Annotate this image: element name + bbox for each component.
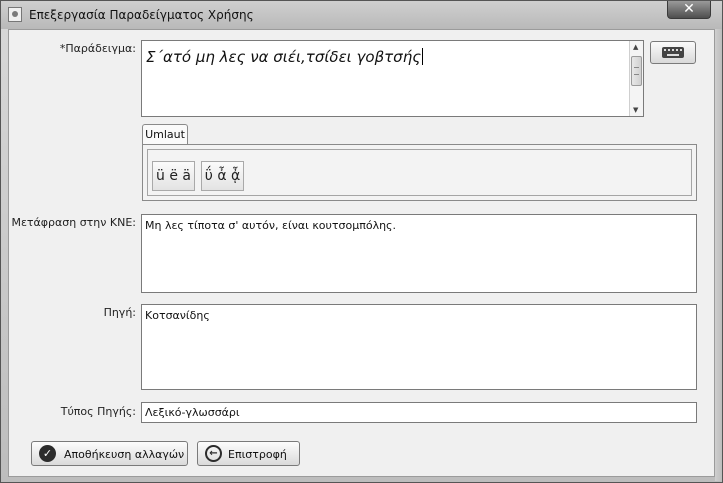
java-app-icon — [8, 7, 22, 22]
scroll-up-arrow-icon[interactable]: ▲ — [633, 43, 638, 51]
translation-text: Μη λες τίποτα σ' αυτόν, είναι κουτσομπόλ… — [145, 219, 397, 232]
check-circle-icon: ✓ — [39, 445, 56, 462]
char-buttons-area: ü ë ä ΰ ἆ ᾆ — [147, 149, 692, 196]
example-text: Σ΄ατό μη λες να σιέι,τσίδει γοβτσής — [146, 48, 424, 66]
char-button-latin[interactable]: ü ë ä — [152, 161, 195, 191]
close-button[interactable]: ✕ — [667, 1, 711, 19]
scroll-thumb[interactable] — [631, 56, 642, 86]
save-changes-button[interactable]: ✓ Αποθήκευση αλλαγών — [31, 441, 188, 466]
char-button-greek[interactable]: ΰ ἆ ᾆ — [201, 161, 244, 191]
umlaut-tab-panel: ü ë ä ΰ ἆ ᾆ — [142, 144, 697, 201]
source-type-label: Τύπος Πηγής: — [60, 405, 136, 418]
window-right-edge — [715, 29, 722, 481]
example-textarea[interactable]: Σ΄ατό μη λες να σιέι,τσίδει γοβτσής ▲ ▼ — [141, 40, 644, 117]
source-textarea[interactable]: Κοτσανίδης — [141, 304, 697, 390]
scroll-down-arrow-icon[interactable]: ▼ — [633, 106, 638, 114]
text-caret — [422, 48, 424, 65]
translation-textarea[interactable]: Μη λες τίποτα σ' αυτόν, είναι κουτσομπόλ… — [141, 214, 697, 293]
source-type-field[interactable]: Λεξικό-γλωσσάρι — [141, 402, 697, 423]
virtual-keyboard-button[interactable] — [650, 41, 696, 64]
back-button[interactable]: ← Επιστροφή — [197, 441, 300, 466]
source-text: Κοτσανίδης — [145, 309, 210, 322]
form-panel: *Παράδειγμα: Σ΄ατό μη λες να σιέι,τσίδει… — [8, 29, 715, 477]
window-title: Επεξεργασία Παραδείγματος Χρήσης — [29, 8, 254, 22]
example-scrollbar[interactable]: ▲ ▼ — [629, 41, 643, 116]
source-label: Πηγή: — [103, 306, 136, 319]
keyboard-icon — [662, 47, 684, 58]
source-type-text: Λεξικό-γλωσσάρι — [145, 406, 240, 419]
back-arrow-circle-icon: ← — [205, 445, 222, 462]
example-label: *Παράδειγμα: — [59, 42, 136, 55]
tab-umlaut[interactable]: Umlaut — [142, 124, 188, 145]
back-label: Επιστροφή — [228, 448, 287, 461]
translation-label: Μετάφραση στην ΚΝΕ: — [11, 216, 136, 229]
title-bar[interactable]: Επεξεργασία Παραδείγματος Χρήσης ✕ — [1, 1, 722, 29]
save-changes-label: Αποθήκευση αλλαγών — [64, 448, 185, 461]
edit-example-window: Επεξεργασία Παραδείγματος Χρήσης ✕ *Παρά… — [0, 0, 723, 483]
